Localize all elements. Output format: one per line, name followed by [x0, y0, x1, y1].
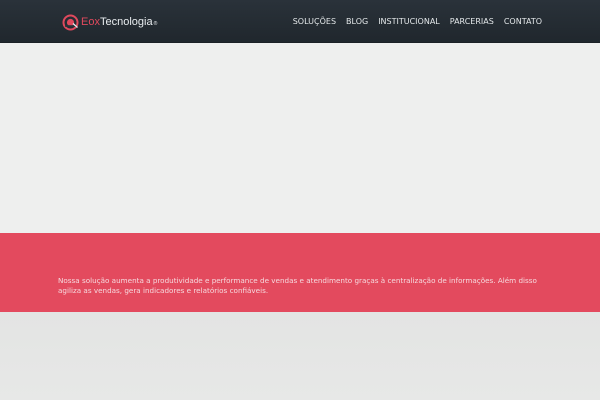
nav-item-institucional[interactable]: INSTITUCIONAL: [378, 0, 440, 43]
top-navigation-bar: Eox Tecnologia ® SOLUÇÕES BLOG INSTITUCI…: [0, 0, 600, 43]
main-nav: SOLUÇÕES BLOG INSTITUCIONAL PARCERIAS CO…: [293, 0, 542, 43]
hero-area: [0, 43, 600, 233]
logo-brand-suffix: Tecnologia: [99, 16, 153, 28]
band-description: Nossa solução aumenta a produtividade e …: [58, 276, 537, 295]
logo-brand-prefix: Eox: [81, 16, 100, 28]
nav-item-blog[interactable]: BLOG: [346, 0, 368, 43]
logo-wordmark: Eox Tecnologia ®: [81, 16, 157, 28]
lower-section: [0, 312, 600, 400]
site-logo[interactable]: Eox Tecnologia ®: [62, 13, 157, 31]
nav-item-solucoes[interactable]: SOLUÇÕES: [293, 0, 336, 43]
nav-item-contato[interactable]: CONTATO: [504, 0, 542, 43]
highlight-band: [0, 233, 600, 312]
nav-item-parcerias[interactable]: PARCERIAS: [450, 0, 494, 43]
eox-logo-icon: [62, 14, 79, 31]
logo-registered-mark: ®: [153, 21, 158, 27]
